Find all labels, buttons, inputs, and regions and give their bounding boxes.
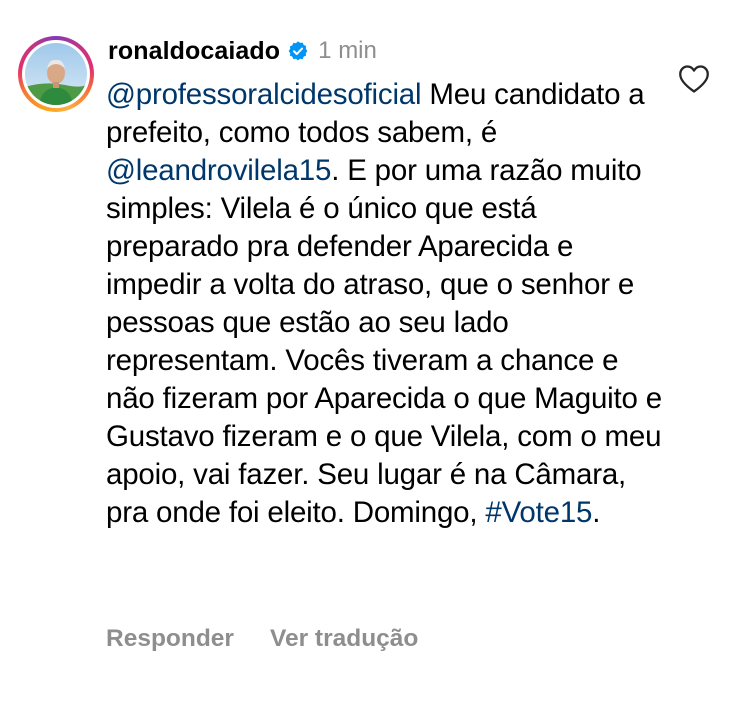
mention-link[interactable]: @leandrovilela15 xyxy=(106,154,331,187)
avatar[interactable] xyxy=(25,43,87,105)
comment-text: @professoralcidesoficial Meu candidato a… xyxy=(106,76,666,532)
comment-timestamp: 1 min xyxy=(318,37,377,64)
verified-badge-icon xyxy=(288,41,308,61)
see-translation-button[interactable]: Ver tradução xyxy=(270,625,418,653)
story-ring[interactable] xyxy=(18,36,94,112)
comment-text-segment: . xyxy=(592,496,601,529)
username-link[interactable]: ronaldocaiado xyxy=(108,37,280,66)
heart-outline-icon[interactable] xyxy=(678,64,710,94)
avatar-frame xyxy=(22,40,90,108)
hashtag-link[interactable]: #Vote15 xyxy=(485,496,592,529)
comment-actions: Responder Ver tradução xyxy=(106,622,418,656)
comment-text-segment: . E por uma razão muito simples: Vilela … xyxy=(106,154,662,529)
comment-header: ronaldocaiado 1 min xyxy=(108,36,377,66)
reply-button[interactable]: Responder xyxy=(106,625,234,653)
mention-link[interactable]: @professoralcidesoficial xyxy=(106,78,422,111)
